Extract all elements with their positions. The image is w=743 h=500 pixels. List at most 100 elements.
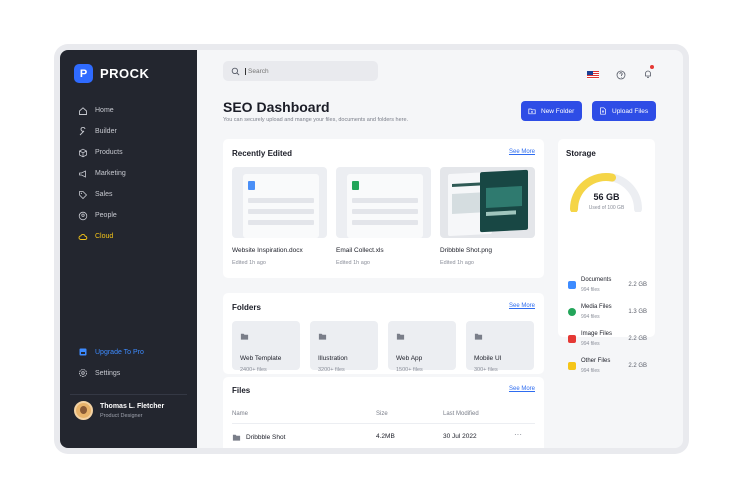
storage-item-size: 2.2 GB [628,336,647,342]
files-card: Files See More Name Size Last Modified D… [223,377,544,448]
folder-icon [568,362,576,370]
main-content: SEO Dashboard You can securely upload an… [197,50,683,448]
file-upload-icon [600,107,606,115]
brand-name: PROCK [100,66,150,81]
sidebar-item-label: Marketing [95,170,126,177]
sidebar-item-label: Products [95,149,123,156]
logo-letter: P [79,67,88,80]
storage-used-value: 56 GB [593,192,620,202]
storage-item-name: Media Files [581,304,612,310]
folder-icon [232,434,241,441]
settings-link[interactable]: Settings [78,368,120,378]
megaphone-icon [79,169,86,178]
sidebar-nav: Home Builder Products Marketing Sales Pe… [78,100,188,247]
gear-icon [79,369,87,377]
storage-item-images[interactable]: Image Files 994 files 2.2 GB [568,331,650,351]
recent-file-card[interactable]: Dribbble Shot.png Edited 1h ago [440,167,535,266]
recent-file-card[interactable]: Email Collect.xls Edited 1h ago [336,167,431,266]
sidebar-item-builder[interactable]: Builder [78,121,188,142]
file-size: 4.2MB [376,433,395,440]
crown-icon [79,348,87,356]
storage-title: Storage [566,149,596,158]
recent-file-time: Edited 1h ago [440,260,474,266]
more-options-icon[interactable]: ··· [514,430,522,439]
folder-icon [396,333,405,340]
folder-plus-icon [528,108,536,115]
page-title: SEO Dashboard [223,99,330,115]
notification-dot [650,65,654,69]
profile-role: Product Designer [100,412,143,419]
folder-tile[interactable]: Illustration 3200+ files [310,321,378,373]
storage-item-media[interactable]: Media Files 994 files 1.3 GB [568,304,650,324]
folder-name: Mobile UI [474,355,502,362]
home-icon [79,106,87,115]
folder-count: 300+ files [474,367,498,373]
folder-icon [318,333,327,340]
recent-file-time: Edited 1h ago [336,260,370,266]
upload-files-button[interactable]: Upload Files [592,101,656,121]
new-folder-button[interactable]: New Folder [521,101,582,121]
column-header-size[interactable]: Size [376,411,388,417]
table-row-name[interactable]: Dribbble Shot [232,433,285,442]
language-flag-icon[interactable] [587,71,599,79]
file-modified: 30 Jul 2022 [443,433,477,440]
folder-count: 2400+ files [240,367,267,373]
storage-item-count: 994 files [581,287,600,293]
sidebar-item-marketing[interactable]: Marketing [78,163,188,184]
files-see-more-link[interactable]: See More [509,386,535,392]
tag-icon [79,190,88,199]
app-window: P PROCK Home Builder Products Marketing [60,50,683,448]
storage-item-size: 1.3 GB [628,309,647,315]
bell-icon [645,70,651,78]
storage-item-other[interactable]: Other Files 994 files 2.2 GB [568,358,650,378]
sidebar-item-label: Home [95,107,114,114]
sidebar-item-label: Builder [95,128,117,135]
upgrade-label: Upgrade To Pro [95,348,144,356]
sidebar-item-sales[interactable]: Sales [78,184,188,205]
user-profile[interactable]: Thomas L. Fletcher Product Designer [74,401,164,420]
notifications-button[interactable] [643,65,654,84]
folder-icon [474,333,483,340]
sidebar-item-cloud[interactable]: Cloud [78,226,188,247]
file-name: Dribbble Shot [246,434,286,441]
recent-file-name: Dribbble Shot.png [440,247,493,254]
storage-item-count: 994 files [581,341,600,347]
folder-count: 3200+ files [318,367,345,373]
recent-file-card[interactable]: Website Inspiration.docx Edited 1h ago [232,167,327,266]
folder-name: Web Template [240,355,282,362]
search-bar[interactable] [223,61,378,81]
sidebar: P PROCK Home Builder Products Marketing [60,50,197,448]
storage-item-name: Other Files [581,358,611,364]
logo-mark: P [74,64,93,83]
sidebar-item-people[interactable]: People [78,205,188,226]
sidebar-divider [70,394,187,395]
sidebar-item-home[interactable]: Home [78,100,188,121]
folder-tile[interactable]: Web App 1500+ files [388,321,456,373]
search-input[interactable] [245,67,365,75]
storage-item-name: Documents [581,277,612,283]
folder-name: Web App [396,355,423,362]
logo[interactable]: P PROCK [74,64,149,83]
recently-edited-card: Recently Edited See More Website Inspira… [223,139,544,278]
storage-card: Storage 56 GB Used of 100 GB Documents 9… [558,139,655,374]
image-icon [568,335,576,343]
storage-item-name: Image Files [581,331,613,337]
folders-card: Folders See More Web Template 2400+ file… [223,293,544,374]
column-header-modified[interactable]: Last Modified [443,411,479,417]
new-folder-label: New Folder [541,107,575,115]
sheet-file-icon [352,181,359,190]
folders-see-more-link[interactable]: See More [509,303,535,309]
cloud-icon [78,233,88,240]
sidebar-item-label: People [95,212,117,219]
column-header-name[interactable]: Name [232,411,248,417]
folder-tile[interactable]: Web Template 2400+ files [232,321,300,373]
avatar [74,401,93,420]
recently-edited-see-more-link[interactable]: See More [509,149,535,155]
folder-tile[interactable]: Mobile UI 300+ files [466,321,534,373]
help-icon[interactable] [616,70,626,80]
upgrade-to-pro-link[interactable]: Upgrade To Pro [78,347,144,357]
sidebar-item-label: Cloud [95,233,114,240]
sidebar-item-products[interactable]: Products [78,142,188,163]
storage-item-documents[interactable]: Documents 994 files 2.2 GB [568,277,650,297]
top-bar-icons [587,65,654,84]
